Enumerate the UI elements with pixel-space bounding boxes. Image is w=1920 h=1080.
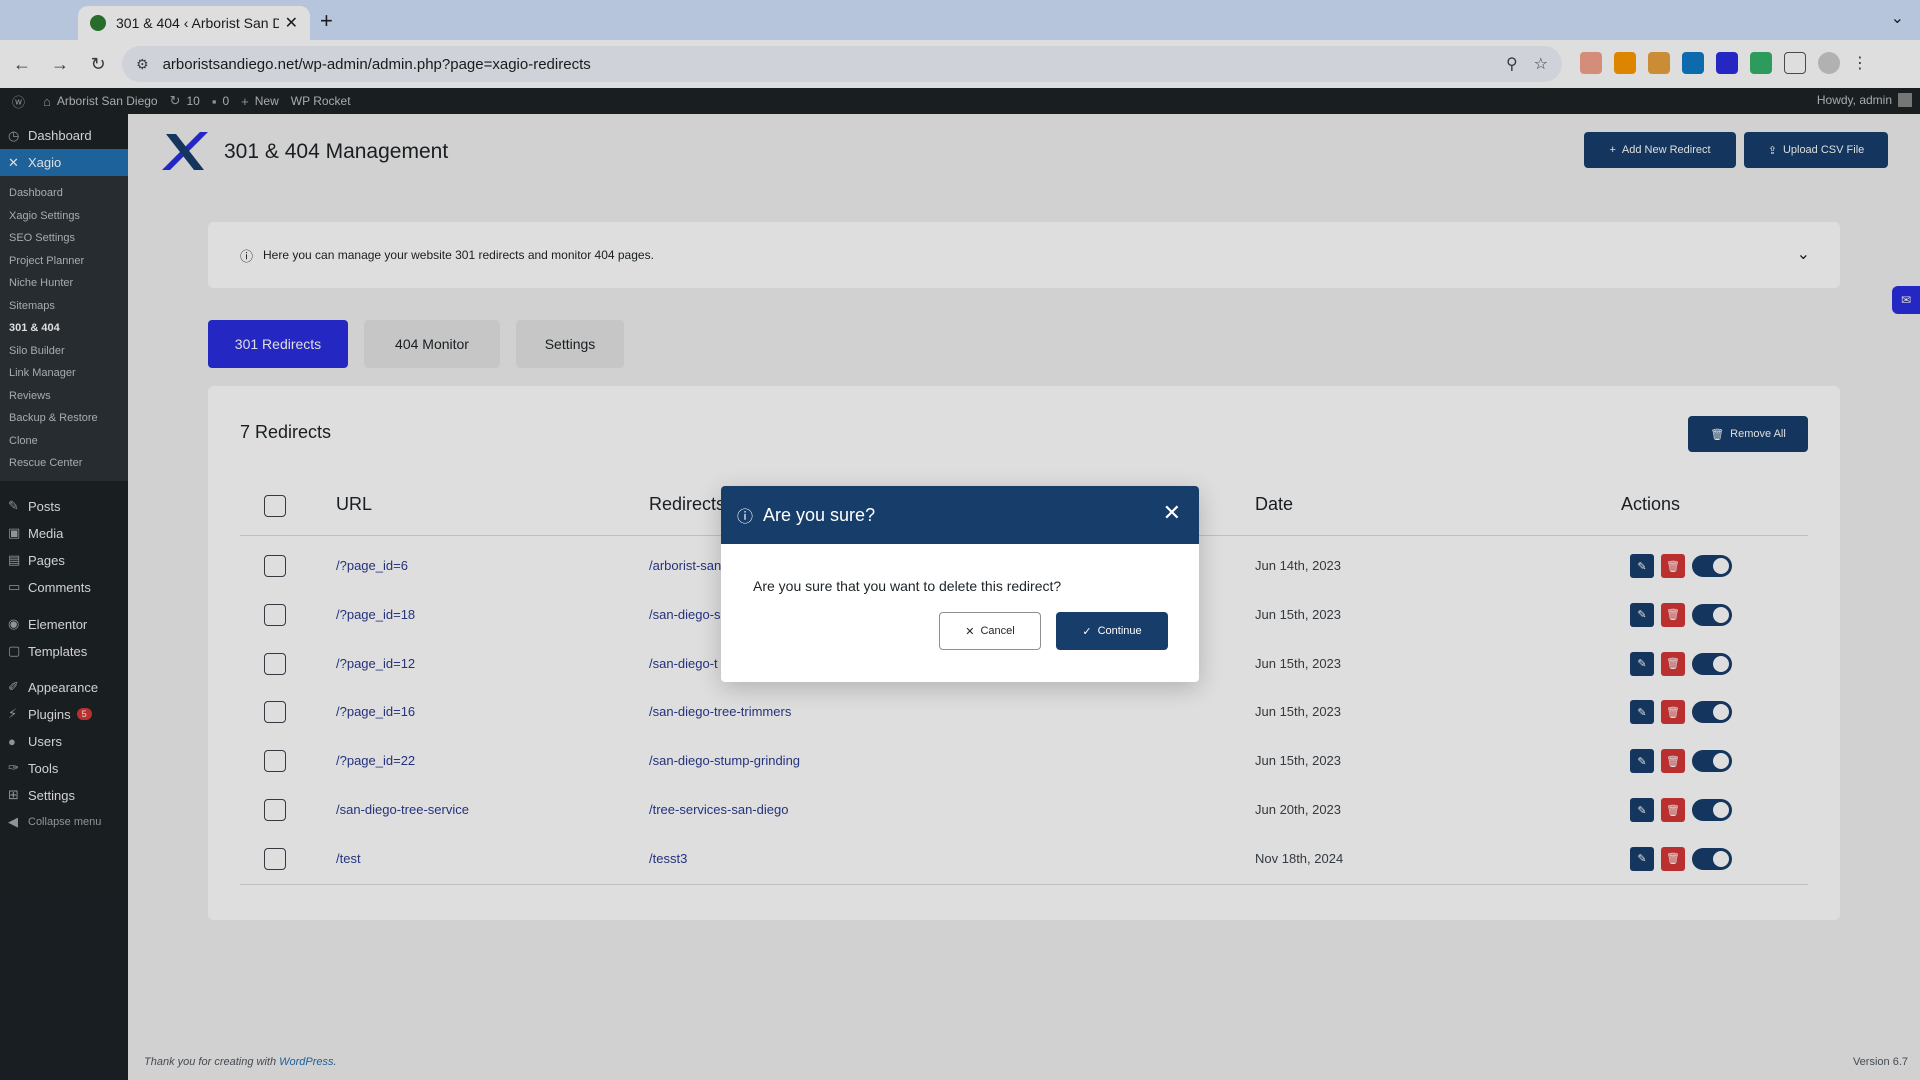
info-icon: ⓘ: [737, 509, 754, 526]
check-icon: ✓: [1082, 625, 1092, 638]
dialog-header: ⓘ Are you sure? ✕: [721, 486, 1199, 544]
continue-button[interactable]: ✓ Continue: [1056, 612, 1168, 650]
cancel-button[interactable]: ✕ Cancel: [939, 612, 1041, 650]
confirm-delete-dialog: ⓘ Are you sure? ✕ Are you sure that you …: [721, 486, 1199, 682]
dialog-title: Are you sure?: [763, 504, 876, 525]
close-icon[interactable]: ✕: [1163, 500, 1181, 526]
dialog-message: Are you sure that you want to delete thi…: [753, 578, 1062, 594]
close-icon: ✕: [965, 625, 975, 638]
